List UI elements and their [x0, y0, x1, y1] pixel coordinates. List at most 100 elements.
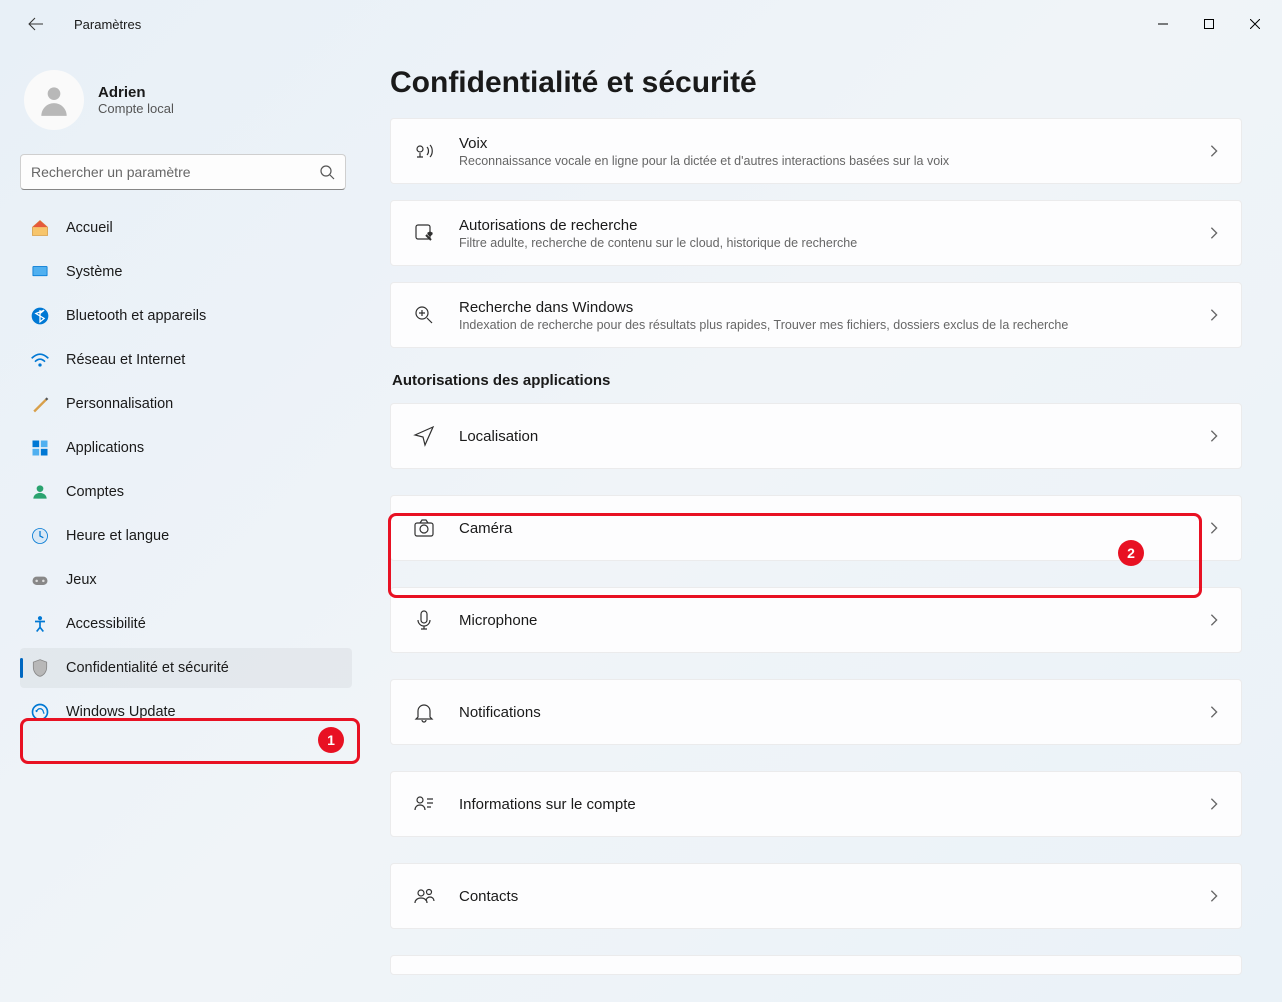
accounts-icon	[30, 482, 50, 502]
card-microphone[interactable]: Microphone	[390, 587, 1242, 653]
location-icon	[411, 423, 437, 449]
maximize-icon	[1204, 19, 1214, 29]
nav-item-privacy-security[interactable]: Confidentialité et sécurité	[20, 648, 352, 688]
avatar-icon	[35, 81, 73, 119]
minimize-icon	[1158, 19, 1168, 29]
annotation-badge-2: 2	[1118, 540, 1144, 566]
user-name: Adrien	[98, 84, 174, 101]
nav-label: Réseau et Internet	[66, 352, 185, 368]
nav-item-accounts[interactable]: Comptes	[20, 472, 352, 512]
card-title: Contacts	[459, 888, 1185, 905]
search-input[interactable]	[31, 164, 319, 180]
nav-label: Comptes	[66, 484, 124, 500]
card-sub: Filtre adulte, recherche de contenu sur …	[459, 236, 1185, 250]
card-title: Caméra	[459, 520, 1185, 537]
nav: Accueil Système Bluetooth et appareils R…	[20, 208, 352, 732]
back-button[interactable]	[16, 4, 56, 44]
minimize-button[interactable]	[1140, 8, 1186, 40]
nav-label: Accueil	[66, 220, 113, 236]
section-app-permissions: Autorisations des applications	[392, 372, 1242, 389]
chevron-right-icon	[1207, 144, 1221, 158]
back-arrow-icon	[28, 16, 44, 32]
chevron-right-icon	[1207, 613, 1221, 627]
apps-icon	[30, 438, 50, 458]
chevron-right-icon	[1207, 429, 1221, 443]
personalization-icon	[30, 394, 50, 414]
bluetooth-icon	[30, 306, 50, 326]
card-search-windows[interactable]: Recherche dans Windows Indexation de rec…	[390, 282, 1242, 348]
main-content: Confidentialité et sécurité Voix Reconna…	[360, 48, 1282, 1002]
card-title: Localisation	[459, 428, 1185, 445]
annotation-badge-1: 1	[318, 727, 344, 753]
nav-label: Jeux	[66, 572, 97, 588]
card-sub: Reconnaissance vocale en ligne pour la d…	[459, 154, 1185, 168]
nav-label: Bluetooth et appareils	[66, 308, 206, 324]
network-icon	[30, 350, 50, 370]
content-scroll[interactable]: Voix Reconnaissance vocale en ligne pour…	[390, 118, 1246, 1002]
card-search-permissions[interactable]: Autorisations de recherche Filtre adulte…	[390, 200, 1242, 266]
nav-item-apps[interactable]: Applications	[20, 428, 352, 468]
nav-item-home[interactable]: Accueil	[20, 208, 352, 248]
search-windows-icon	[411, 302, 437, 328]
maximize-button[interactable]	[1186, 8, 1232, 40]
home-icon	[30, 218, 50, 238]
nav-item-accessibility[interactable]: Accessibilité	[20, 604, 352, 644]
page-title: Confidentialité et sécurité	[390, 66, 1246, 100]
nav-item-personalization[interactable]: Personnalisation	[20, 384, 352, 424]
card-voice[interactable]: Voix Reconnaissance vocale en ligne pour…	[390, 118, 1242, 184]
card-camera[interactable]: Caméra	[390, 495, 1242, 561]
windows-update-icon	[30, 702, 50, 722]
nav-item-network[interactable]: Réseau et Internet	[20, 340, 352, 380]
shield-icon	[30, 658, 50, 678]
nav-label: Personnalisation	[66, 396, 173, 412]
chevron-right-icon	[1207, 308, 1221, 322]
nav-item-time-language[interactable]: Heure et langue	[20, 516, 352, 556]
card-partial[interactable]	[390, 955, 1242, 975]
search-permissions-icon	[411, 220, 437, 246]
card-contacts[interactable]: Contacts	[390, 863, 1242, 929]
card-location[interactable]: Localisation	[390, 403, 1242, 469]
avatar	[24, 70, 84, 130]
search-input-wrap[interactable]	[20, 154, 346, 190]
card-title: Voix	[459, 135, 1185, 152]
nav-item-windows-update[interactable]: Windows Update	[20, 692, 352, 732]
nav-item-gaming[interactable]: Jeux	[20, 560, 352, 600]
account-info-icon	[411, 791, 437, 817]
card-title: Autorisations de recherche	[459, 217, 1185, 234]
search-icon	[319, 164, 335, 180]
user-block[interactable]: Adrien Compte local	[20, 66, 352, 146]
user-subtitle: Compte local	[98, 101, 174, 116]
close-icon	[1250, 19, 1260, 29]
nav-label: Accessibilité	[66, 616, 146, 632]
close-button[interactable]	[1232, 8, 1278, 40]
chevron-right-icon	[1207, 889, 1221, 903]
window-title: Paramètres	[74, 17, 141, 32]
chevron-right-icon	[1207, 705, 1221, 719]
chevron-right-icon	[1207, 226, 1221, 240]
card-notifications[interactable]: Notifications	[390, 679, 1242, 745]
titlebar: Paramètres	[0, 0, 1282, 48]
notifications-icon	[411, 699, 437, 725]
microphone-icon	[411, 607, 437, 633]
gaming-icon	[30, 570, 50, 590]
contacts-icon	[411, 883, 437, 909]
nav-label: Applications	[66, 440, 144, 456]
card-account-info[interactable]: Informations sur le compte	[390, 771, 1242, 837]
nav-item-system[interactable]: Système	[20, 252, 352, 292]
time-language-icon	[30, 526, 50, 546]
nav-item-bluetooth[interactable]: Bluetooth et appareils	[20, 296, 352, 336]
voice-icon	[411, 138, 437, 164]
nav-label: Système	[66, 264, 122, 280]
system-icon	[30, 262, 50, 282]
card-title: Notifications	[459, 704, 1185, 721]
sidebar: Adrien Compte local Accueil Système Blue…	[0, 48, 360, 1002]
accessibility-icon	[30, 614, 50, 634]
nav-label: Heure et langue	[66, 528, 169, 544]
nav-label: Confidentialité et sécurité	[66, 660, 229, 676]
chevron-right-icon	[1207, 521, 1221, 535]
card-title: Informations sur le compte	[459, 796, 1185, 813]
chevron-right-icon	[1207, 797, 1221, 811]
card-title: Recherche dans Windows	[459, 299, 1185, 316]
card-sub: Indexation de recherche pour des résulta…	[459, 318, 1185, 332]
nav-label: Windows Update	[66, 704, 176, 720]
